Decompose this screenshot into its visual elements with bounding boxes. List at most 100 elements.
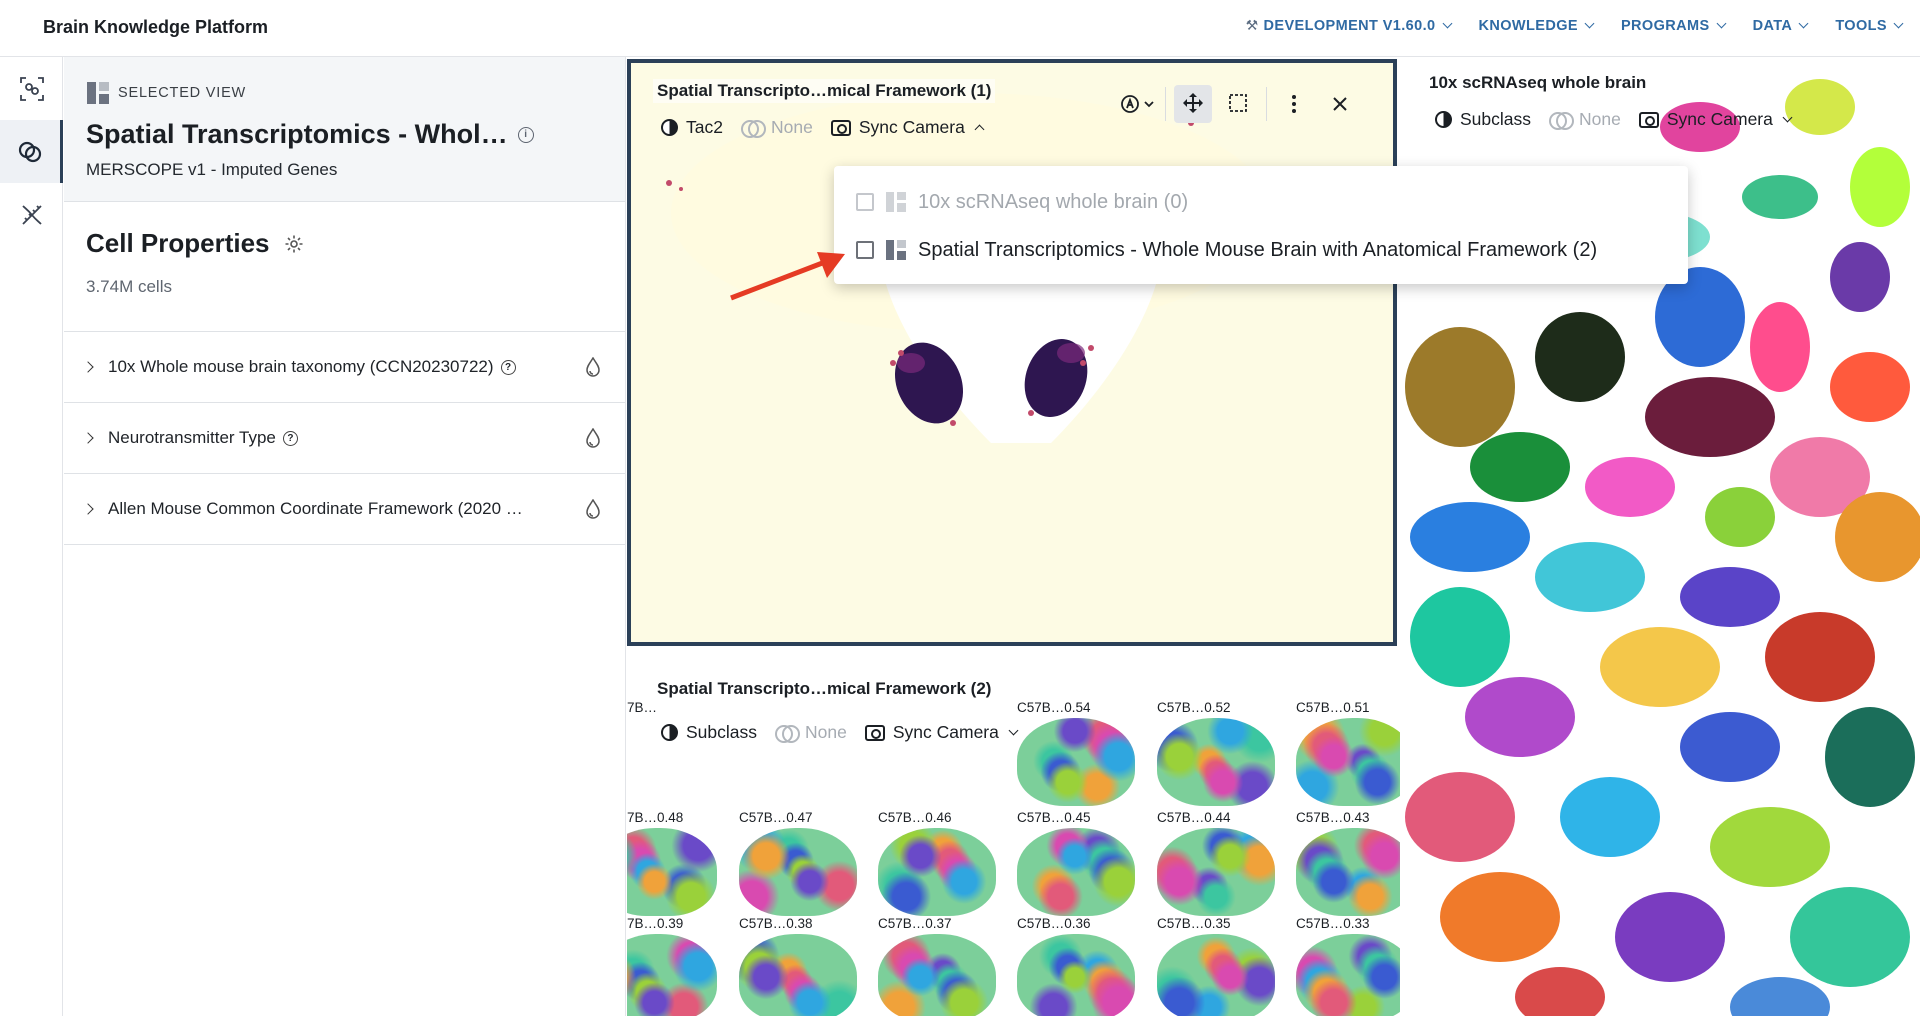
overlap-circles-icon [775, 724, 801, 743]
sync-option-label: Spatial Transcriptomics - Whole Mouse Br… [918, 238, 1598, 261]
viewer3-color-by[interactable]: Subclass [1435, 109, 1531, 130]
nav-programs[interactable]: PROGRAMS [1621, 17, 1727, 34]
selected-view-label: SELECTED VIEW [118, 85, 247, 101]
viewer2-color-by-label: Subclass [686, 722, 758, 742]
cell-properties-section: Cell Properties 3.74M cells [64, 202, 625, 332]
brand-title[interactable]: Brain Knowledge Platform [43, 17, 268, 38]
selected-view-section: SELECTED VIEW Spatial Transcriptomics - … [64, 57, 625, 202]
viewer3-sync-camera[interactable]: Sync Camera [1638, 109, 1793, 130]
select-tool-button[interactable] [1220, 85, 1258, 123]
sync-option-checkbox[interactable] [856, 241, 874, 259]
brain-section-thumbnail[interactable] [878, 828, 996, 916]
sync-option-scrnaseq[interactable]: 10x scRNAseq whole brain (0) [834, 178, 1688, 226]
nav-development[interactable]: ⚒ DEVELOPMENT V1.60.0 [1246, 17, 1452, 34]
property-label: Neurotransmitter Type ? [108, 428, 298, 448]
color-drop-icon[interactable] [585, 499, 601, 519]
sync-option-label: 10x scRNAseq whole brain (0) [918, 190, 1189, 213]
sync-option-checkbox[interactable] [856, 193, 874, 211]
brain-section-thumbnail[interactable] [1157, 828, 1275, 916]
selected-view-title: Spatial Transcriptomics - Whol… i [86, 119, 625, 150]
brain-section-thumbnail[interactable] [1296, 934, 1400, 1016]
chevron-down-icon [1584, 18, 1595, 29]
property-row-taxonomy[interactable]: 10x Whole mouse brain taxonomy (CCN20230… [64, 332, 625, 403]
color-drop-icon[interactable] [585, 357, 601, 377]
tac2-expression-plot[interactable] [631, 63, 1393, 642]
camera-icon [864, 724, 885, 741]
section-label: C57B…0.38 [739, 916, 813, 931]
cell-properties-title: Cell Properties [86, 228, 603, 259]
property-label: Allen Mouse Common Coordinate Framework … [108, 499, 523, 519]
section-label: C57B…0.43 [1296, 810, 1370, 825]
viewer1-toolbar: Tac2 None Sync Camera [661, 117, 985, 138]
viewer-spatial-1[interactable]: Spatial Transcripto…mical Framework (1) … [627, 59, 1397, 646]
brain-section-thumbnail[interactable] [627, 934, 717, 1016]
rail-overlap-button[interactable] [0, 120, 63, 183]
viewer1-sync-label: Sync Camera [858, 117, 965, 137]
chevron-right-icon [82, 503, 94, 515]
top-bar: Brain Knowledge Platform ⚒ DEVELOPMENT V… [0, 0, 1920, 57]
cells-icon [19, 76, 44, 101]
sync-camera-dropdown: 10x scRNAseq whole brain (0) Spatial Tra… [834, 166, 1688, 284]
viewer2-color-by[interactable]: Subclass [661, 722, 757, 743]
camera-icon [1638, 111, 1659, 128]
property-row-neurotransmitter[interactable]: Neurotransmitter Type ? [64, 403, 625, 474]
annotation-arrow [730, 252, 845, 301]
brain-section-thumbnail[interactable] [1017, 934, 1135, 1016]
viewer1-filter[interactable]: None [740, 117, 813, 138]
brain-section-thumbnail[interactable] [1157, 718, 1275, 806]
viewer3-filter[interactable]: None [1549, 109, 1621, 130]
viewer2-filter[interactable]: None [775, 722, 847, 743]
pan-tool-button[interactable] [1174, 85, 1212, 123]
chevron-right-icon [82, 361, 94, 373]
contrast-icon [661, 724, 678, 741]
brain-section-thumbnail[interactable] [1017, 828, 1135, 916]
cell-properties-title-text: Cell Properties [86, 228, 270, 258]
chevron-down-icon [1893, 18, 1904, 29]
brain-section-thumbnail[interactable] [1017, 718, 1135, 806]
viewer-spatial-2[interactable]: 7B… C57B…0.54 C57B…0.52 C57B…0.51 7B…0.48 C57… [627, 650, 1400, 1016]
sync-option-spatial[interactable]: Spatial Transcriptomics - Whole Mouse Br… [834, 226, 1688, 274]
selected-view-title-text: Spatial Transcriptomics - Whol… [86, 119, 508, 149]
overlap-circles-icon [1549, 111, 1575, 130]
nav-tools[interactable]: TOOLS [1835, 17, 1904, 34]
brain-section-thumbnail[interactable] [627, 828, 717, 916]
help-icon[interactable]: ? [500, 359, 516, 375]
toolbar-divider [1165, 87, 1166, 121]
section-label: C57B…0.44 [1157, 810, 1231, 825]
toolbar-divider [1266, 87, 1267, 121]
section-label: C57B…0.35 [1157, 916, 1231, 931]
brain-section-thumbnail[interactable] [1296, 718, 1400, 806]
viewer3-color-by-label: Subclass [1460, 109, 1532, 129]
chevron-down-icon [1798, 18, 1809, 29]
color-drop-icon[interactable] [585, 428, 601, 448]
contrast-icon [1435, 111, 1452, 128]
brain-section-thumbnail[interactable] [739, 934, 857, 1016]
info-icon[interactable]: i [517, 126, 534, 143]
orientation-button[interactable] [1119, 85, 1157, 123]
rail-dna-button[interactable] [0, 183, 63, 246]
viewer1-sync-camera[interactable]: Sync Camera [830, 117, 985, 138]
overlap-circles-icon [740, 119, 766, 138]
property-row-ccf[interactable]: Allen Mouse Common Coordinate Framework … [64, 474, 625, 545]
viewer1-title: Spatial Transcripto…mical Framework (1) [653, 79, 996, 103]
viewer2-filter-label: None [805, 722, 847, 742]
nav-knowledge[interactable]: KNOWLEDGE [1478, 17, 1595, 34]
brain-section-thumbnail[interactable] [739, 828, 857, 916]
viewer3-toolbar: Subclass None Sync Camera [1435, 109, 1793, 130]
property-label: 10x Whole mouse brain taxonomy (CCN20230… [108, 357, 516, 377]
viewer2-sync-camera[interactable]: Sync Camera [864, 722, 1019, 743]
brain-section-thumbnail[interactable] [1296, 828, 1400, 916]
viewer2-title: Spatial Transcripto…mical Framework (2) [653, 677, 996, 701]
dna-icon [21, 204, 42, 225]
overlap-icon [18, 141, 42, 162]
viewer1-color-by[interactable]: Tac2 [661, 117, 723, 138]
close-viewer-button[interactable] [1321, 85, 1359, 123]
help-icon[interactable]: ? [282, 430, 298, 446]
more-options-button[interactable] [1275, 85, 1313, 123]
rail-cells-button[interactable] [0, 57, 63, 120]
gear-icon[interactable] [284, 234, 304, 254]
nav-data[interactable]: DATA [1753, 17, 1809, 34]
brain-section-thumbnail[interactable] [878, 934, 996, 1016]
nav-knowledge-label: KNOWLEDGE [1478, 17, 1578, 34]
brain-section-thumbnail[interactable] [1157, 934, 1275, 1016]
